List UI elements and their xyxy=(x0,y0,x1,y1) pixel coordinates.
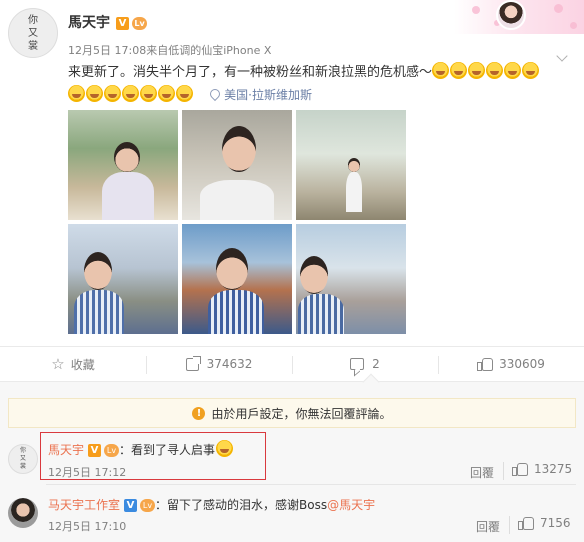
chevron-down-icon[interactable] xyxy=(556,50,568,62)
post-source[interactable]: 来自低调的仙宝iPhone X xyxy=(146,44,271,57)
laugh-emoji-icon xyxy=(216,440,234,457)
author-name[interactable]: 馬天宇 xyxy=(68,15,110,31)
comment-divider xyxy=(46,484,576,485)
laugh-emoji-icon xyxy=(504,62,522,79)
comment-avatar[interactable] xyxy=(8,498,38,528)
laugh-emoji-icon xyxy=(86,85,103,102)
emoji-group-2 xyxy=(68,85,194,103)
post-body: 来更新了。消失半个月了，有一种被粉丝和新浪拉黑的危机感～ xyxy=(68,65,433,80)
photo-1[interactable] xyxy=(68,110,178,220)
comment-time: 12月5日 17:10 xyxy=(48,520,127,533)
verified-badge-icon[interactable]: V xyxy=(124,499,138,512)
divider xyxy=(503,462,504,480)
location-link[interactable]: 美国·拉斯维加斯 xyxy=(208,86,312,102)
comment-avatar[interactable]: 你 又 裳 xyxy=(8,444,38,474)
photo-3[interactable] xyxy=(296,110,406,220)
pin-icon xyxy=(208,86,223,102)
like-button[interactable]: 330609 xyxy=(438,347,584,381)
author-avatar[interactable]: 你 又 裳 xyxy=(8,8,58,58)
comment-2-text-row: 马天宇工作室 V Lv ：留下了感动的泪水，感谢Boss@馬天宇 xyxy=(48,496,375,513)
laugh-emoji-icon xyxy=(176,85,193,102)
share-icon xyxy=(185,355,201,371)
reply-disabled-notice: ! 由於用戶設定，你無法回覆評論。 xyxy=(8,398,576,428)
share-button[interactable]: 374632 xyxy=(146,347,292,381)
level-badge-icon[interactable]: Lv xyxy=(140,499,156,512)
laugh-emoji-icon xyxy=(432,62,450,79)
laugh-emoji-icon xyxy=(158,85,175,102)
reply-button[interactable]: 回覆 xyxy=(476,518,500,535)
comment-time: 12月5日 17:12 xyxy=(48,466,127,479)
post-date[interactable]: 12月5日 17:08 xyxy=(68,44,146,57)
reply-button[interactable]: 回覆 xyxy=(470,464,494,481)
comment-text: ：看到了寻人启事 xyxy=(119,443,216,457)
laugh-emoji-icon xyxy=(68,85,85,102)
laugh-emoji-icon xyxy=(104,85,121,102)
thumbs-up-icon xyxy=(512,462,528,476)
thumbs-up-icon xyxy=(518,516,534,530)
mention-link[interactable]: @馬天宇 xyxy=(327,498,375,512)
photo-5[interactable] xyxy=(182,224,292,334)
level-badge-icon[interactable]: Lv xyxy=(104,444,120,457)
comment-like-button[interactable]: 7156 xyxy=(518,516,571,530)
banner-avatar xyxy=(496,0,526,30)
favorite-button[interactable]: ☆ 收藏 xyxy=(0,347,146,381)
laugh-emoji-icon xyxy=(140,85,157,102)
level-badge-icon[interactable]: Lv xyxy=(132,17,147,30)
comment-icon xyxy=(350,358,365,370)
comment-author[interactable]: 馬天宇 xyxy=(48,443,84,457)
thumbs-up-icon xyxy=(477,357,494,371)
action-bar: ☆ 收藏 374632 2 330609 xyxy=(0,346,584,382)
comment-author[interactable]: 马天宇工作室 xyxy=(48,498,120,512)
author-name-row: 馬天宇 V Lv xyxy=(68,12,147,32)
comment-section: ! 由於用戶設定，你無法回覆評論。 你 又 裳 馬天宇 V Lv ：看到了寻人启事 1… xyxy=(0,382,584,542)
laugh-emoji-icon xyxy=(450,62,468,79)
laugh-emoji-icon xyxy=(468,62,486,79)
emoji-group-1 xyxy=(432,62,540,80)
warning-icon: ! xyxy=(192,406,206,420)
comment-text: ：留下了感动的泪水，感谢Boss xyxy=(155,498,328,512)
post-text: 来更新了。消失半个月了，有一种被粉丝和新浪拉黑的危机感～ 美国·拉斯维加斯 xyxy=(68,62,573,107)
photo-6[interactable] xyxy=(296,224,406,334)
verified-badge-icon[interactable]: V xyxy=(88,444,102,457)
laugh-emoji-icon xyxy=(486,62,504,79)
photo-2[interactable] xyxy=(182,110,292,220)
laugh-emoji-icon xyxy=(522,62,540,79)
laugh-emoji-icon xyxy=(122,85,139,102)
comment-1-text-row: 馬天宇 V Lv ：看到了寻人启事 xyxy=(48,440,234,458)
comment-like-button[interactable]: 13275 xyxy=(512,462,572,476)
star-icon: ☆ xyxy=(51,355,65,373)
photo-4[interactable] xyxy=(68,224,178,334)
divider xyxy=(509,516,510,534)
verified-badge-icon[interactable]: V xyxy=(116,17,129,30)
post-meta: 12月5日 17:08来自低调的仙宝iPhone X xyxy=(68,42,271,58)
comment-button[interactable]: 2 xyxy=(292,347,438,381)
